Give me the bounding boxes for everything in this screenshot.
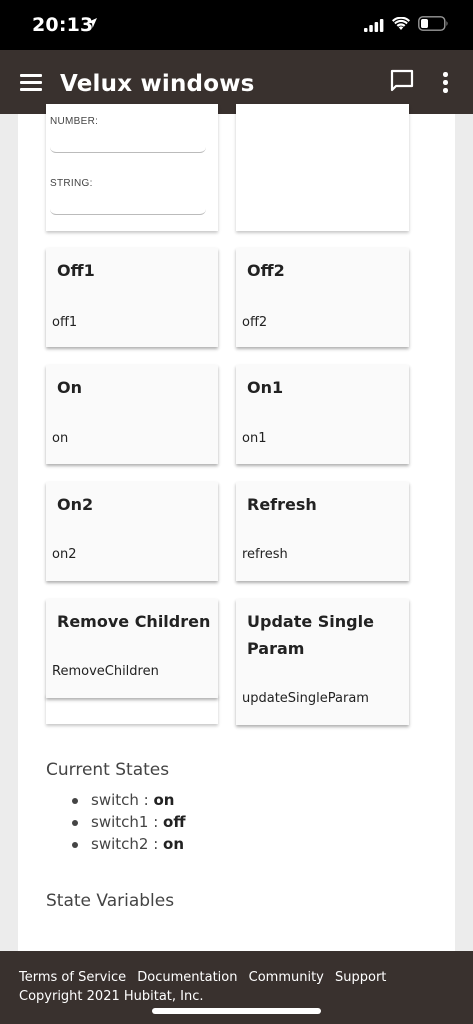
state-name: switch <box>91 791 139 809</box>
state-item: switch : on <box>70 791 186 813</box>
feedback-icon[interactable] <box>389 68 415 94</box>
command-title: On <box>57 378 82 397</box>
state-value: on <box>153 791 175 809</box>
battery-icon <box>418 16 448 31</box>
command-card-remove-children[interactable]: Remove Children RemoveChildren <box>46 599 218 698</box>
device-commands-panel: NUMBER: STRING: Off1 off1 Off2 off2 On o… <box>18 104 455 951</box>
more-vert-icon <box>443 72 448 77</box>
command-card-off1[interactable]: Off1 off1 <box>46 248 218 347</box>
command-title: Off2 <box>247 261 285 280</box>
command-title: Off1 <box>57 261 95 280</box>
command-card-off2[interactable]: Off2 off2 <box>236 248 409 347</box>
state-item: switch1 : off <box>70 813 186 835</box>
command-card-params: NUMBER: STRING: <box>46 104 218 231</box>
status-time: 20:13 <box>32 14 94 36</box>
command-card-bottom-filler <box>46 694 218 724</box>
state-value: on <box>163 835 185 853</box>
command-title: On1 <box>247 378 284 397</box>
page-title: Velux windows <box>60 71 255 97</box>
command-card-on1[interactable]: On1 on1 <box>236 365 409 464</box>
wifi-icon <box>392 17 410 30</box>
command-name: on2 <box>52 547 77 562</box>
command-title: On2 <box>57 495 94 514</box>
command-card-on[interactable]: On on <box>46 365 218 464</box>
menu-icon-bar <box>20 81 42 84</box>
copyright: Copyright 2021 Hubitat, Inc. <box>19 989 204 1004</box>
state-value: off <box>163 813 186 831</box>
command-card-on2[interactable]: On2 on2 <box>46 482 218 581</box>
number-input[interactable] <box>50 131 206 153</box>
support-link[interactable]: Support <box>335 970 386 985</box>
cellular-signal-icon <box>364 19 384 32</box>
command-name: off2 <box>242 315 268 330</box>
state-item: switch2 : on <box>70 835 186 857</box>
current-states-title: Current States <box>46 760 170 780</box>
location-arrow-icon <box>87 18 97 28</box>
menu-icon <box>20 74 42 77</box>
state-name: switch1 <box>91 813 149 831</box>
more-vert-icon-dot <box>443 88 448 93</box>
string-input[interactable] <box>50 193 206 215</box>
status-bar: 20:13 <box>0 0 473 50</box>
command-title: Update Single Param <box>247 612 374 658</box>
state-variables-title: State Variables <box>46 891 175 911</box>
more-vert-icon-dot <box>443 80 448 85</box>
command-title: Refresh <box>247 495 317 514</box>
number-label: NUMBER: <box>50 116 99 127</box>
footer-links: Terms of Service Documentation Community… <box>19 970 393 985</box>
command-name: updateSingleParam <box>242 691 369 706</box>
command-name: refresh <box>242 547 288 562</box>
command-name: RemoveChildren <box>52 664 159 679</box>
more-options-button[interactable] <box>437 70 453 94</box>
command-name: off1 <box>52 315 78 330</box>
menu-button[interactable] <box>20 74 44 92</box>
command-card-blank <box>236 104 409 231</box>
command-name: on1 <box>242 431 267 446</box>
home-indicator <box>152 1008 321 1014</box>
current-states-list: switch : on switch1 : off switch2 : on <box>70 791 186 857</box>
community-link[interactable]: Community <box>249 970 324 985</box>
command-name: on <box>52 431 69 446</box>
documentation-link[interactable]: Documentation <box>137 970 237 985</box>
menu-icon-bar <box>20 88 42 91</box>
command-card-update-single-param[interactable]: Update Single Param updateSingleParam <box>236 599 409 725</box>
string-label: STRING: <box>50 178 93 189</box>
command-title: Remove Children <box>57 612 211 631</box>
terms-of-service-link[interactable]: Terms of Service <box>19 970 126 985</box>
command-card-refresh[interactable]: Refresh refresh <box>236 482 409 581</box>
state-name: switch2 <box>91 835 149 853</box>
